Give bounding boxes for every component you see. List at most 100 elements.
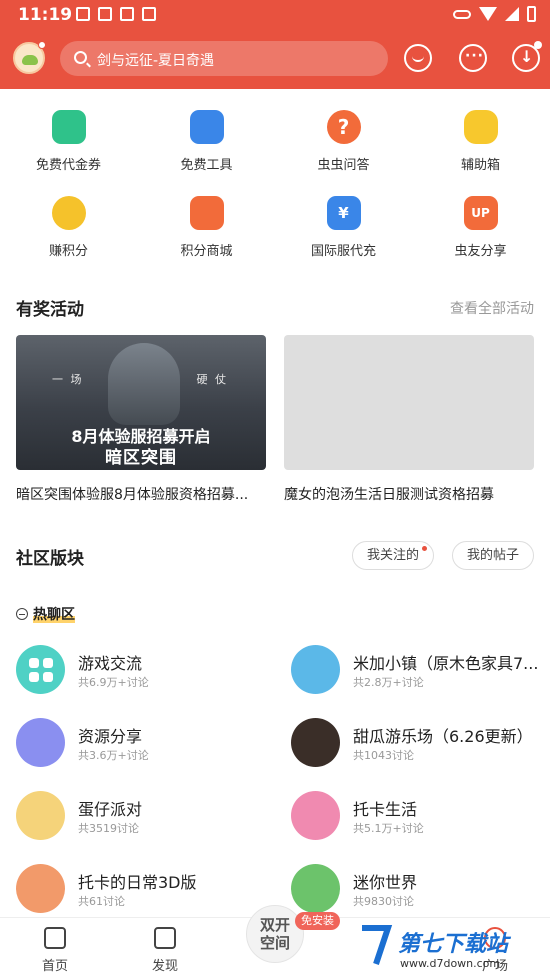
status-bar: 11:19 bbox=[0, 0, 550, 30]
dual-space-line2: 空间 bbox=[259, 934, 290, 952]
notification-cat-icon bbox=[120, 7, 134, 21]
recharge-icon: ¥ bbox=[326, 196, 361, 230]
community-title: 社区版块 bbox=[16, 549, 84, 569]
up-icon: UP bbox=[463, 196, 498, 230]
forum-count: 共1043讨论 bbox=[353, 749, 414, 762]
forum-count: 共61讨论 bbox=[78, 895, 125, 908]
forum-name: 米加小镇（原木色家具7... bbox=[353, 654, 539, 673]
collapse-icon bbox=[16, 608, 28, 620]
question-icon: ? bbox=[326, 110, 361, 144]
forum-name: 甜瓜游乐场（6.26更新） bbox=[353, 727, 533, 746]
notification-shield-icon bbox=[142, 7, 156, 21]
system-icons bbox=[453, 6, 536, 22]
vpn-key-icon bbox=[453, 9, 471, 19]
forum-item-miga-town[interactable]: 米加小镇（原木色家具7... 共2.8万+讨论 bbox=[291, 645, 550, 695]
forum-item-resource-share[interactable]: 资源分享 共3.6万+讨论 bbox=[16, 718, 276, 768]
avatar-badge-dot bbox=[38, 41, 46, 49]
forum-count: 共3519讨论 bbox=[78, 822, 139, 835]
search-input[interactable]: 剑与远征-夏日奇遇 bbox=[60, 41, 388, 76]
search-icon bbox=[74, 51, 87, 64]
avatar-face-icon bbox=[22, 55, 38, 65]
forum-name: 迷你世界 bbox=[353, 873, 418, 892]
quick-link-recharge[interactable]: ¥ 国际服代充 bbox=[275, 196, 412, 259]
follows-badge-dot bbox=[422, 546, 427, 551]
nav-home-label: 首页 bbox=[41, 959, 68, 974]
quick-link-assist-box[interactable]: 辅助箱 bbox=[412, 110, 549, 173]
forum-name: 资源分享 bbox=[78, 727, 143, 746]
message-icon[interactable] bbox=[459, 44, 487, 72]
quick-link-label: 赚积分 bbox=[48, 244, 88, 259]
quick-link-coupon[interactable]: 免费代金券 bbox=[0, 110, 137, 173]
download-badge-dot bbox=[534, 41, 542, 49]
avatar[interactable] bbox=[13, 41, 46, 74]
coupon-icon bbox=[51, 110, 86, 144]
mini-world-icon bbox=[291, 864, 340, 913]
download-icon[interactable] bbox=[512, 41, 542, 72]
discover-icon bbox=[154, 927, 176, 949]
coin-icon bbox=[51, 196, 86, 230]
forum-count: 共5.1万+讨论 bbox=[353, 822, 424, 835]
shop-icon bbox=[189, 196, 224, 230]
my-posts-button[interactable]: 我的帖子 bbox=[452, 541, 534, 570]
quick-link-tools[interactable]: 免费工具 bbox=[138, 110, 275, 173]
quick-link-qa[interactable]: ? 虫虫问答 bbox=[275, 110, 412, 173]
quick-link-share[interactable]: UP 虫友分享 bbox=[412, 196, 549, 259]
quick-link-points-mall[interactable]: 积分商城 bbox=[138, 196, 275, 259]
eggy-party-icon bbox=[16, 791, 65, 840]
forum-item-game-chat[interactable]: 游戏交流 共6.9万+讨论 bbox=[16, 645, 276, 695]
my-follows-button[interactable]: 我关注的 bbox=[352, 541, 434, 570]
notification-icons bbox=[76, 7, 156, 21]
forum-count: 共6.9万+讨论 bbox=[78, 676, 149, 689]
quick-link-label: 虫友分享 bbox=[454, 244, 507, 259]
hot-chat-section-header[interactable]: 热聊区 bbox=[16, 604, 75, 624]
forum-name: 托卡生活 bbox=[353, 800, 418, 819]
watermark-url: www.d7down.com bbox=[400, 957, 501, 970]
gamepad-icon bbox=[16, 718, 65, 767]
forum-item-toca-3d[interactable]: 托卡的日常3D版 共61讨论 bbox=[16, 864, 276, 914]
activity-banner-2[interactable] bbox=[284, 335, 534, 470]
quick-link-label: 积分商城 bbox=[180, 244, 233, 259]
game-chat-icon bbox=[16, 645, 65, 694]
activities-title: 有奖活动 bbox=[16, 300, 84, 320]
quick-link-earn-points[interactable]: 赚积分 bbox=[0, 196, 137, 259]
toca-3d-icon bbox=[16, 864, 65, 913]
quick-link-label: 虫虫问答 bbox=[317, 158, 370, 173]
view-all-activities-link[interactable]: 查看全部活动 bbox=[450, 298, 534, 318]
top-header: 11:19 剑与远征-夏日奇遇 bbox=[0, 0, 550, 89]
notification-app-icon bbox=[98, 7, 112, 21]
notification-a-icon bbox=[76, 7, 90, 21]
forum-item-melon-playground[interactable]: 甜瓜游乐场（6.26更新） 共1043讨论 bbox=[291, 718, 550, 768]
nav-discover[interactable]: 发现 bbox=[125, 918, 205, 974]
quick-link-label: 免费工具 bbox=[180, 158, 233, 173]
forum-count: 共2.8万+讨论 bbox=[353, 676, 424, 689]
quick-link-label: 国际服代充 bbox=[310, 244, 376, 259]
nav-home[interactable]: 首页 bbox=[15, 918, 95, 974]
wifi-icon bbox=[479, 7, 497, 21]
my-follows-label: 我关注的 bbox=[366, 548, 419, 563]
activity-banner-1[interactable]: 一 场 硬 仗 8月体验服招募开启 暗区突围 bbox=[16, 335, 266, 470]
activity-caption-2[interactable]: 魔女的泡汤生活日服测试资格招募 bbox=[284, 484, 534, 504]
forum-item-eggy-party[interactable]: 蛋仔派对 共3519讨论 bbox=[16, 791, 276, 841]
forum-item-mini-world[interactable]: 迷你世界 共9830讨论 bbox=[291, 864, 550, 914]
forum-item-toca-life[interactable]: 托卡生活 共5.1万+讨论 bbox=[291, 791, 550, 841]
home-icon bbox=[44, 927, 66, 949]
robot-icon bbox=[463, 110, 498, 144]
customer-service-icon[interactable] bbox=[404, 44, 432, 72]
hot-chat-label: 热聊区 bbox=[33, 607, 75, 623]
watermark-logo-icon bbox=[362, 925, 393, 965]
no-install-badge: 免安装 bbox=[295, 912, 340, 930]
my-posts-label: 我的帖子 bbox=[466, 548, 519, 563]
activity-caption-1[interactable]: 暗区突围体验服8月体验服资格招募... bbox=[16, 484, 266, 504]
forum-name: 托卡的日常3D版 bbox=[78, 873, 197, 892]
banner-tagline-right: 硬 仗 bbox=[196, 373, 228, 386]
status-time: 11:19 bbox=[18, 5, 73, 25]
dual-space-button[interactable]: 双开 空间 bbox=[246, 905, 304, 963]
banner-tagline-left: 一 场 bbox=[52, 373, 84, 386]
signal-icon bbox=[505, 7, 519, 21]
nav-discover-label: 发现 bbox=[151, 959, 178, 974]
battery-icon bbox=[527, 6, 536, 22]
tool-icon bbox=[189, 110, 224, 144]
forum-name: 蛋仔派对 bbox=[78, 800, 143, 819]
forum-name: 游戏交流 bbox=[78, 654, 143, 673]
forum-count: 共3.6万+讨论 bbox=[78, 749, 149, 762]
